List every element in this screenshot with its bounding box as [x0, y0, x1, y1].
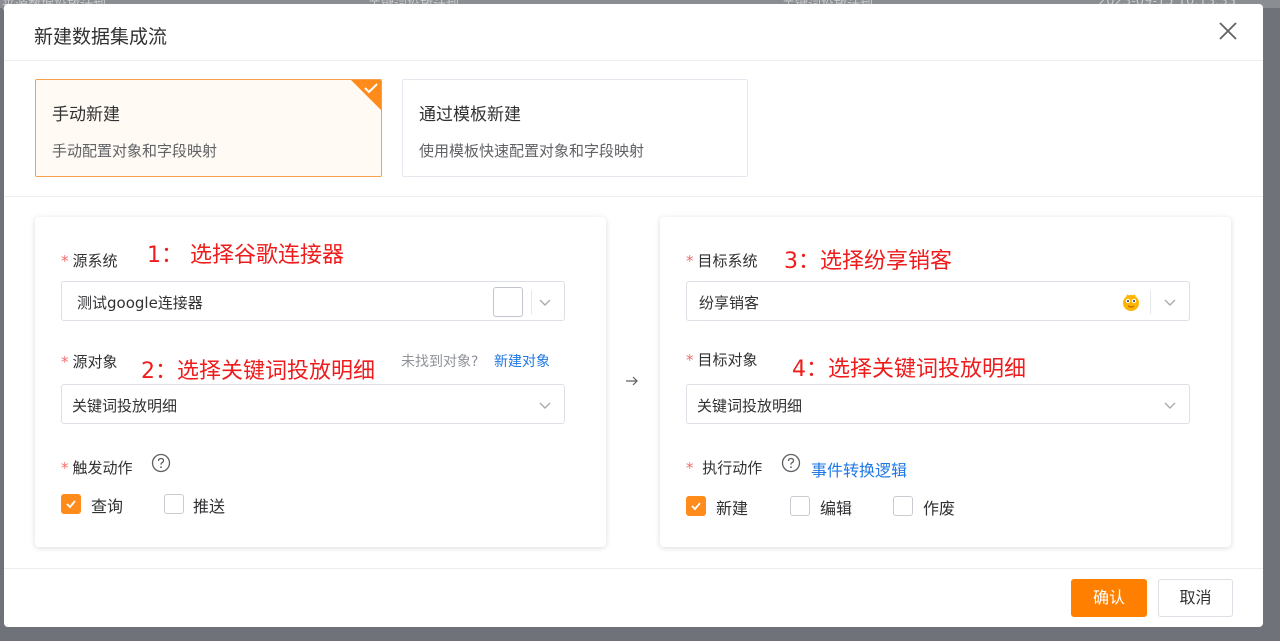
trigger-push-checkbox[interactable] [164, 494, 184, 514]
action-edit-checkbox[interactable] [790, 496, 810, 516]
trigger-query-checkbox[interactable] [61, 494, 81, 514]
select-separator [531, 290, 532, 314]
dialog-title: 新建数据集成流 [34, 26, 168, 48]
connector-logo [493, 287, 523, 317]
mode-card-template[interactable]: 通过模板新建 使用模板快速配置对象和字段映射 [402, 79, 748, 177]
target-system-label: * 目标系统 [686, 252, 758, 270]
chevron-down-icon [1164, 299, 1176, 306]
create-integration-flow-dialog: 新建数据集成流 手动新建 手动配置对象和字段映射 通过模板新建 使用模板快速配置… [4, 4, 1263, 627]
annotation-4: 4：选择关键词投放明细 [792, 357, 1026, 382]
select-value: 关键词投放明细 [697, 397, 803, 415]
select-value: 关键词投放明细 [72, 397, 178, 415]
checkbox-label: 推送 [193, 497, 226, 516]
selected-check-icon [351, 80, 381, 110]
trigger-action-label: * 触发动作 [61, 459, 133, 477]
divider [4, 196, 1263, 197]
execute-action-label: * 执行动作 [686, 459, 763, 477]
annotation-3: 3：选择纷享销客 [784, 249, 952, 274]
mode-card-manual[interactable]: 手动新建 手动配置对象和字段映射 [35, 79, 382, 177]
create-object-link[interactable]: 新建对象 [494, 351, 550, 371]
select-value: 测试google连接器 [77, 294, 203, 312]
source-system-select[interactable]: 测试google连接器 [61, 281, 565, 321]
target-object-label: * 目标对象 [686, 351, 758, 369]
crm-logo-icon [1123, 294, 1139, 311]
event-conversion-logic-link[interactable]: 事件转换逻辑 [811, 457, 907, 481]
action-void-checkbox[interactable] [893, 496, 913, 516]
source-panel: * 源系统 1： 选择谷歌连接器 测试google连接器 * 源对象 2：选择关键词… [35, 217, 606, 547]
select-value: 纷享销客 [699, 294, 760, 312]
mode-title: 通过模板新建 [419, 105, 521, 125]
source-system-label: * 源系统 [61, 252, 118, 270]
checkbox-label: 新建 [716, 499, 749, 518]
mode-title: 手动新建 [52, 105, 120, 125]
action-create-checkbox[interactable] [686, 496, 706, 516]
checkbox-label: 编辑 [820, 499, 853, 518]
question-icon[interactable] [781, 453, 801, 473]
arrow-right-icon [626, 376, 638, 386]
target-panel: * 目标系统 3：选择纷享销客 纷享销客 * 目标对象 4：选择关键词投放明细 关键… [660, 217, 1231, 547]
target-object-select[interactable]: 关键词投放明细 [686, 384, 1190, 424]
question-icon[interactable] [151, 453, 171, 473]
close-icon[interactable] [1217, 20, 1239, 42]
chevron-down-icon [539, 299, 551, 306]
mode-description: 使用模板快速配置对象和字段映射 [419, 142, 645, 160]
annotation-2: 2：选择关键词投放明细 [141, 359, 375, 384]
confirm-button[interactable]: 确认 [1071, 579, 1147, 617]
mode-description: 手动配置对象和字段映射 [52, 142, 218, 160]
select-separator [1150, 290, 1151, 314]
cancel-button[interactable]: 取消 [1158, 579, 1233, 617]
annotation-1: 1： 选择谷歌连接器 [147, 243, 344, 268]
dialog-header: 新建数据集成流 [4, 4, 1263, 61]
source-object-select[interactable]: 关键词投放明细 [61, 384, 565, 424]
source-object-label: * 源对象 [61, 353, 118, 371]
checkbox-label: 作废 [923, 499, 956, 518]
chevron-down-icon [539, 402, 551, 409]
dialog-footer-divider [4, 568, 1263, 569]
target-system-select[interactable]: 纷享销客 [686, 281, 1190, 321]
chevron-down-icon [1164, 402, 1176, 409]
checkbox-label: 查询 [91, 497, 124, 516]
object-not-found-hint: 未找到对象? [401, 354, 479, 370]
